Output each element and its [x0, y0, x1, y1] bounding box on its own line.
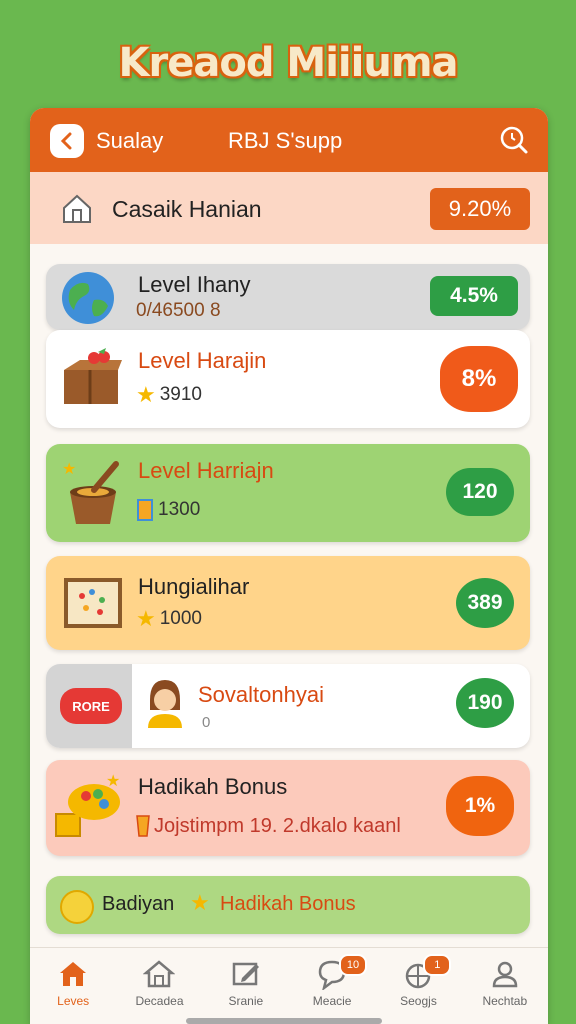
- topbar-back-label[interactable]: Sualay: [96, 128, 163, 154]
- level-card-1-name: Level Ihany: [138, 272, 251, 297]
- tab-meacie-label: Meacie: [312, 994, 352, 1008]
- chevron-left-icon: [60, 132, 72, 150]
- level-card-1[interactable]: Level Ihany 0/46500 8 4.5%: [46, 264, 530, 330]
- level-card-6-badge: 1%: [446, 776, 514, 836]
- profile-icon: [492, 961, 518, 988]
- app-title: Kreaod Miiiuma: [118, 40, 459, 86]
- star-icon: ★: [136, 382, 156, 407]
- level-card-5-badge: 190: [456, 678, 514, 728]
- tab-seogjs-label: Seogjs: [400, 994, 437, 1008]
- mortar-icon: ★: [62, 461, 119, 524]
- daily-title: Casaik Hanian: [112, 196, 262, 222]
- house-icon: [143, 960, 176, 988]
- level-card-6-sub: Jojstimpm 19. 2.dkalo kaanl: [154, 814, 401, 837]
- level-card-1-sub: 0/46500 8: [136, 300, 221, 321]
- level-card-3[interactable]: ★ Level Harriajn 1300 120: [46, 444, 530, 542]
- tab-levels[interactable]: Leves: [30, 948, 116, 1024]
- tab-decadea[interactable]: Decadea: [116, 948, 202, 1024]
- level-card-5-sub: 0: [202, 714, 211, 731]
- level-card-2-name: Level Harajin: [138, 348, 267, 373]
- top-bar: Sualay RBJ S'supp: [30, 108, 548, 172]
- level-card-4[interactable]: Hungialihar ★ 1000 389: [46, 556, 530, 650]
- tab-nechtab[interactable]: Nechtab: [462, 948, 548, 1024]
- drink-icon: [136, 815, 150, 837]
- search-icon[interactable]: [498, 124, 530, 156]
- avatar-icon: [148, 680, 182, 728]
- back-button[interactable]: [50, 124, 84, 158]
- level-card-4-name: Hungialihar: [138, 574, 250, 599]
- star-icon: ★: [190, 890, 210, 915]
- bonus-bar[interactable]: Badiyan ★ Hadikah Bonus: [46, 876, 530, 934]
- level-card-3-badge: 120: [446, 468, 514, 516]
- svg-text:★: ★: [62, 461, 76, 478]
- level-card-2-sub-row: ★ 3910: [136, 384, 202, 406]
- topbar-center-label: RBJ S'supp: [228, 128, 343, 153]
- level-card-4-sub: 1000: [159, 608, 203, 629]
- tab-sranie-label: Sranie: [228, 994, 264, 1008]
- svg-text:★: ★: [106, 774, 120, 790]
- level-card-3-sub: 1300: [158, 499, 201, 520]
- level-card-2[interactable]: Level Harajin ★ 3910 8%: [46, 330, 530, 428]
- level-card-4-sub-row: ★ 1000: [136, 608, 202, 630]
- level-card-5-name: Sovaltonhyai: [198, 682, 324, 707]
- tab-seogjs[interactable]: 1 Seogjs: [375, 948, 461, 1024]
- rore-tag: RORE: [60, 688, 122, 724]
- tab-sranie[interactable]: Sranie: [203, 948, 289, 1024]
- tab-nechtab-label: Nechtab: [482, 994, 528, 1008]
- map-icon: [64, 578, 122, 628]
- coin-icon: [60, 890, 94, 924]
- potion-icon: [137, 499, 153, 521]
- star-icon: ★: [136, 606, 156, 631]
- home-icon: [63, 194, 91, 223]
- level-card-6[interactable]: ★ Hadikah Bonus Jojstimpm 19. 2.dkalo ka…: [46, 760, 530, 856]
- level-card-2-badge: 8%: [440, 346, 518, 412]
- tab-levels-label: Leves: [57, 994, 90, 1008]
- tab-decadea-label: Decadea: [135, 994, 184, 1008]
- tab-meacie-badge: 10: [338, 954, 367, 976]
- globe-icon: [62, 272, 114, 324]
- bonus-bar-highlight: Hadikah Bonus: [220, 893, 356, 915]
- home-icon: [60, 962, 87, 986]
- edit-icon: [232, 962, 259, 986]
- bonus-bar-label: Badiyan: [102, 893, 175, 915]
- level-card-2-sub: 3910: [159, 384, 203, 405]
- gift-box-icon: [64, 348, 122, 404]
- home-indicator: [186, 1018, 382, 1024]
- level-card-1-badge: 4.5%: [430, 276, 518, 316]
- tab-meacie[interactable]: 10 Meacie: [289, 948, 375, 1024]
- level-card-5[interactable]: RORE Sovaltonhyai 0 190: [46, 664, 530, 748]
- daily-percent-badge: 9.20%: [430, 188, 530, 230]
- level-card-6-name: Hadikah Bonus: [138, 774, 288, 799]
- level-card-4-badge: 389: [456, 578, 514, 628]
- daily-banner[interactable]: Casaik Hanian 9.20%: [30, 172, 548, 244]
- tab-seogjs-badge: 1: [423, 954, 452, 976]
- level-card-3-name: Level Harriajn: [138, 458, 274, 483]
- level-card-6-sub-row: Jojstimpm 19. 2.dkalo kaanl: [136, 814, 401, 838]
- main-panel: Sualay RBJ S'supp Casaik Hanian 9.20% Le…: [30, 108, 548, 1024]
- level-card-3-sub-row: 1300: [136, 498, 200, 522]
- treasure-icon: ★: [55, 774, 120, 837]
- bottom-tab-bar: Leves Decadea Sranie 10 Meacie 1 Seogjs …: [30, 947, 548, 1024]
